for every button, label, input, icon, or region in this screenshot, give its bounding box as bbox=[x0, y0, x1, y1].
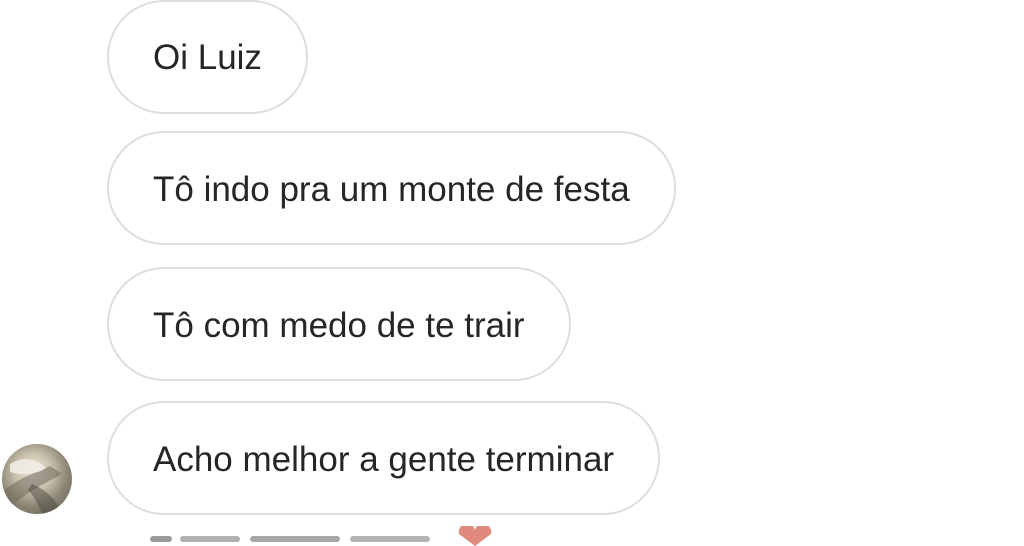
message-bubble[interactable]: Oi Luiz bbox=[107, 0, 308, 114]
sender-avatar[interactable] bbox=[2, 444, 72, 514]
partial-message-text bbox=[150, 536, 430, 542]
message-bubble[interactable]: Tô com medo de te trair bbox=[107, 267, 571, 381]
message-bubble[interactable]: Tô indo pra um monte de festa bbox=[107, 131, 676, 245]
message-bubble[interactable]: Acho melhor a gente terminar bbox=[107, 401, 661, 515]
profile-photo-icon bbox=[2, 459, 62, 514]
heart-emoji-icon bbox=[458, 526, 492, 546]
